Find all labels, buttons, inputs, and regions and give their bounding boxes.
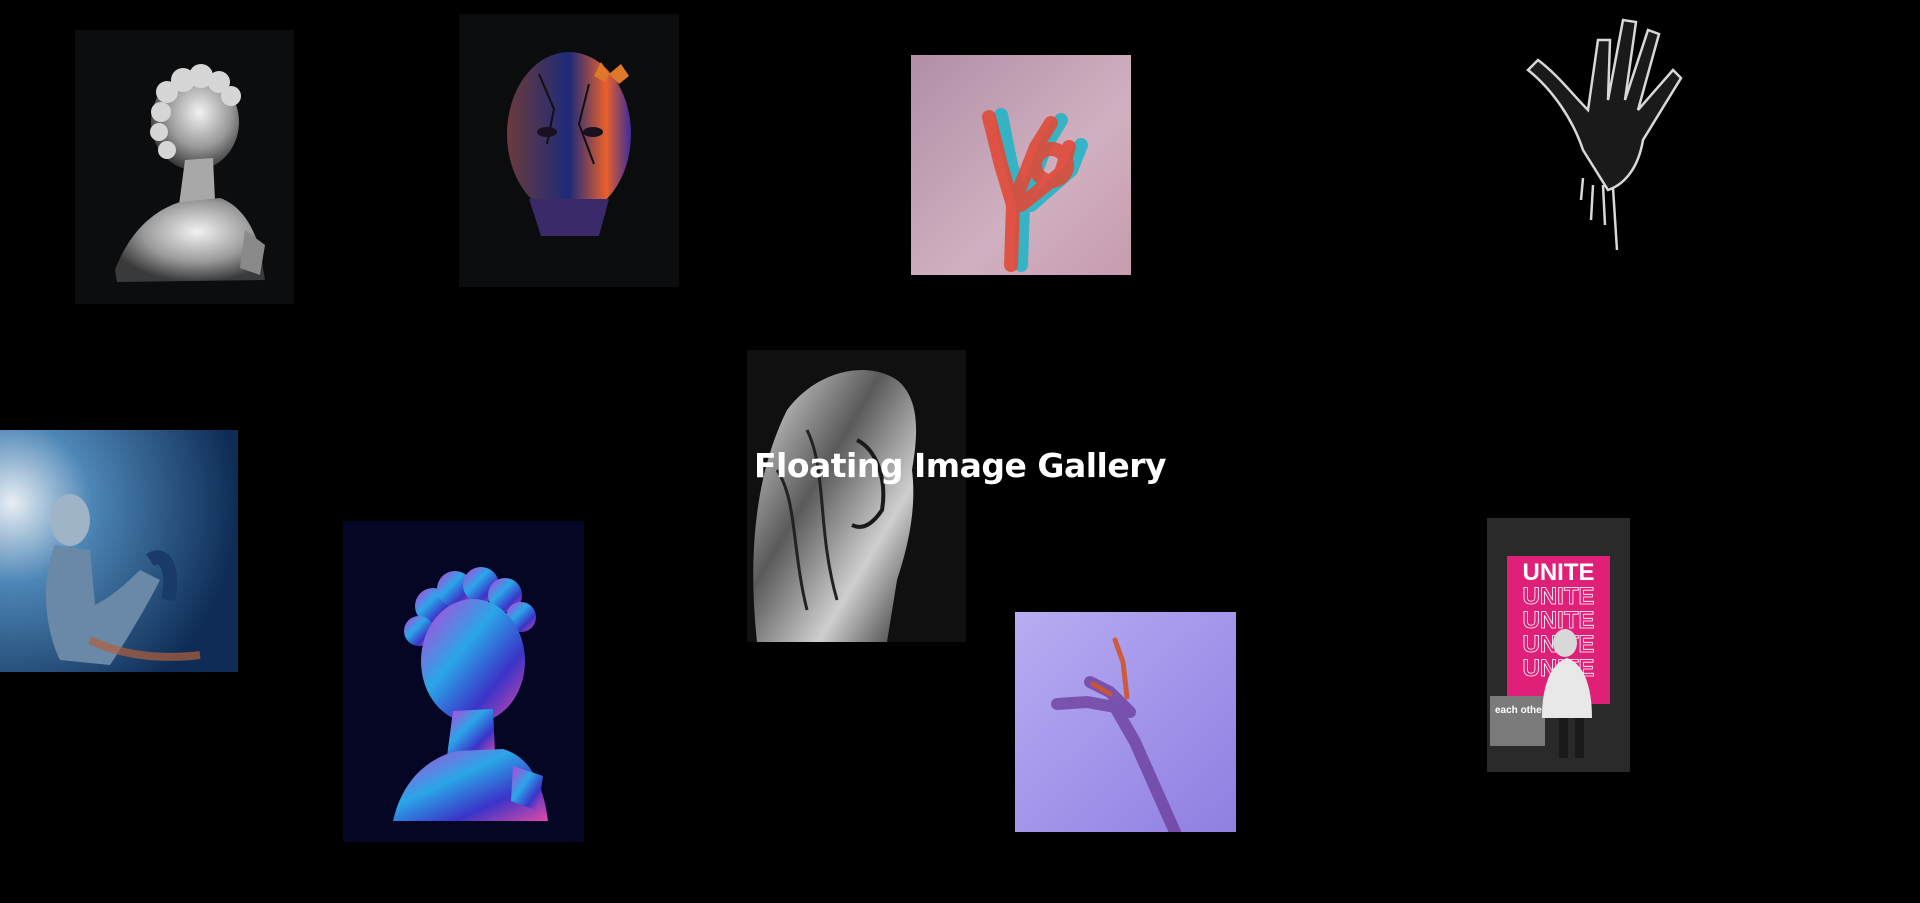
poster-caption: each other <box>1495 705 1546 716</box>
anaglyph-hand-art <box>911 55 1131 275</box>
poster-word-1: UNITE <box>1523 559 1595 586</box>
unite-poster-image[interactable]: UNITE UNITE UNITE UNITE UNITE each other <box>1487 518 1630 772</box>
marble-david-bust-image[interactable] <box>75 30 294 304</box>
anaglyph-hand-pink-image[interactable] <box>911 55 1131 275</box>
unite-poster-art: UNITE UNITE UNITE UNITE UNITE each other <box>1487 518 1630 772</box>
chrome-veiled-figure-image[interactable] <box>747 350 966 642</box>
blurred-hand-purple-image[interactable] <box>1015 612 1236 832</box>
marble-david-bust-art <box>75 30 294 304</box>
cracked-head-butterfly-image[interactable] <box>459 14 679 287</box>
veiled-figure-art <box>747 350 966 642</box>
poster-word-3: UNITE <box>1523 607 1595 634</box>
chrome-hand-art <box>1513 0 1688 258</box>
cracked-head-art <box>459 14 679 287</box>
holographic-david-bust-image[interactable] <box>343 521 584 842</box>
blue-figure-art <box>0 430 238 672</box>
holographic-bust-art <box>343 521 584 842</box>
liquid-chrome-hand-image[interactable] <box>1513 0 1688 258</box>
blue-figure-statue-image[interactable] <box>0 430 238 672</box>
blurred-hand-art <box>1015 612 1236 832</box>
poster-word-2: UNITE <box>1523 583 1595 610</box>
